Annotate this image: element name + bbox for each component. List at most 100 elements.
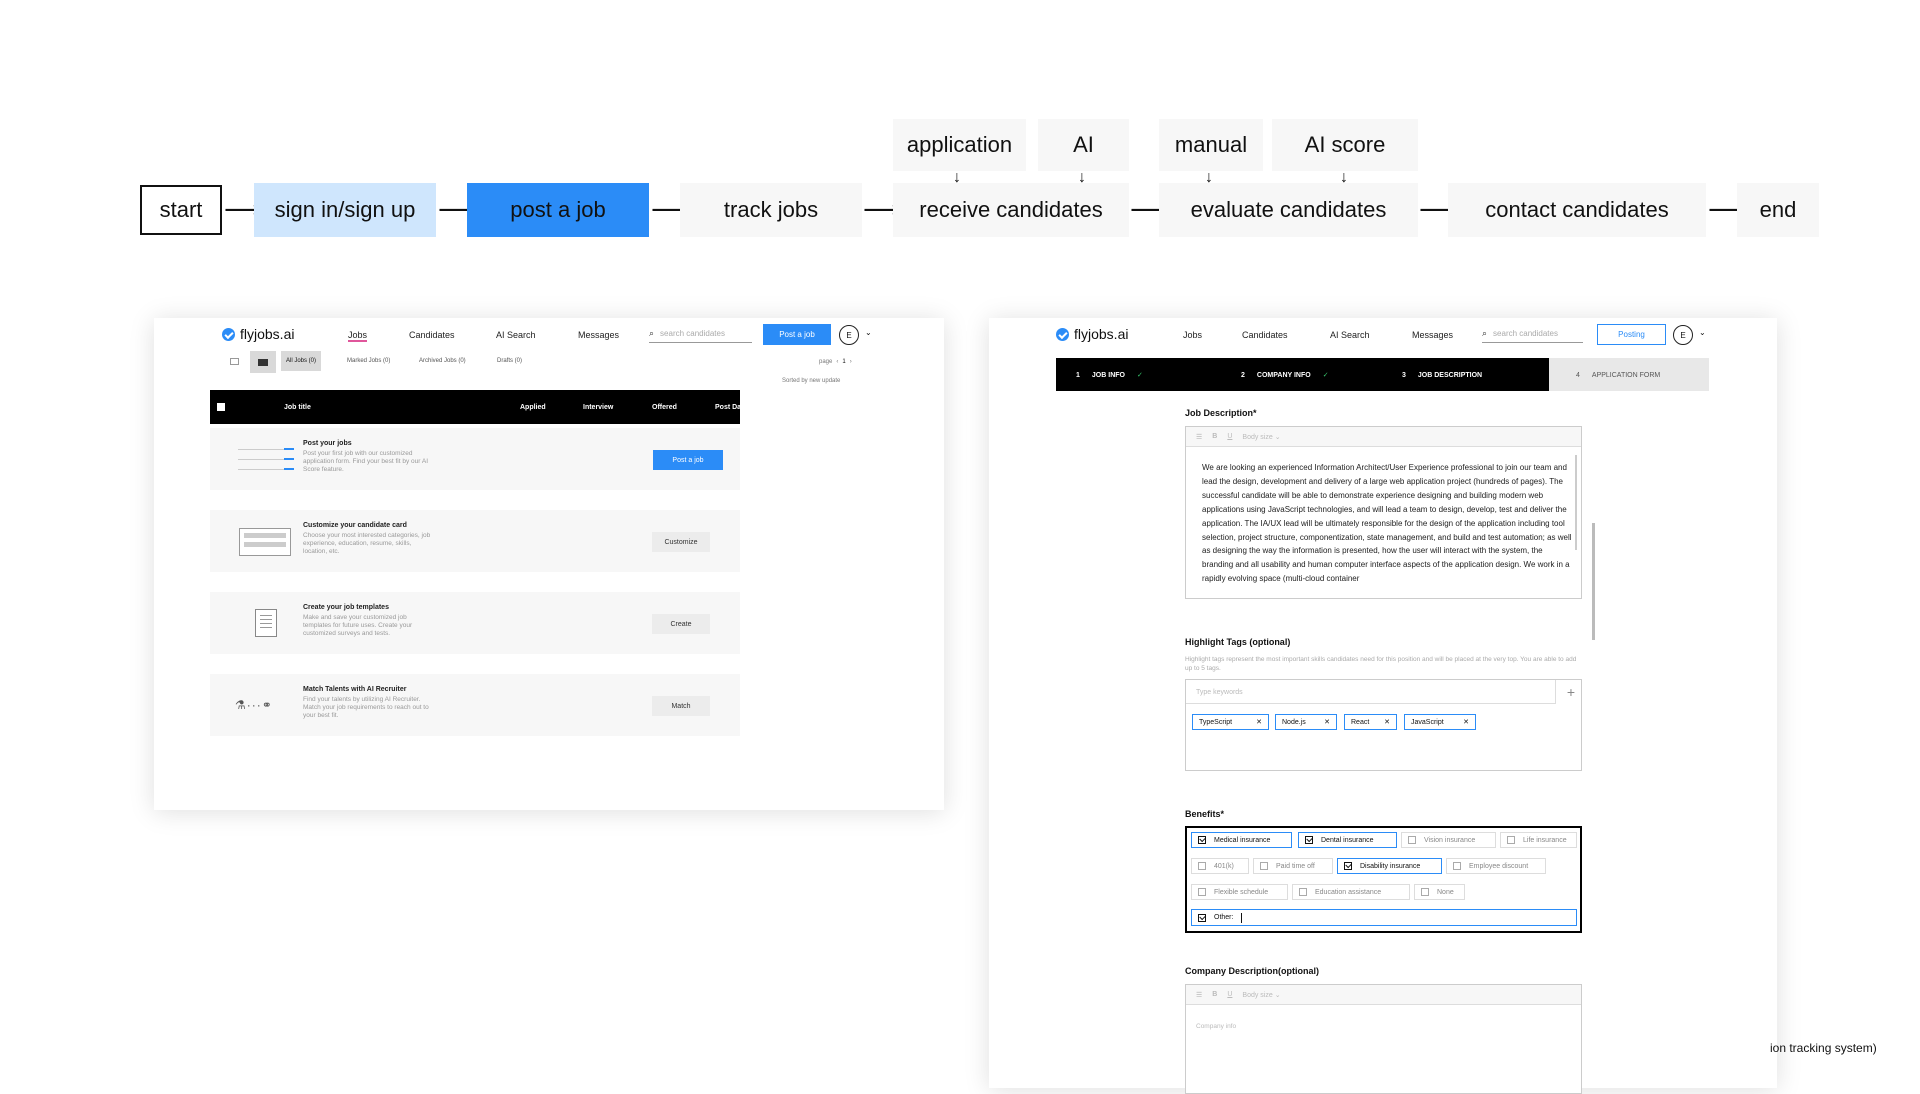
card-view-icon[interactable]: [250, 351, 276, 373]
table-header: Job title Applied Interview Offered Post…: [210, 390, 747, 424]
benefit-disability-insurance[interactable]: Disability insurance: [1337, 858, 1442, 874]
benefit-education-assistance[interactable]: Education assistance: [1292, 884, 1410, 900]
step-company-info[interactable]: 2 COMPANY INFO ✓: [1241, 361, 1329, 389]
benefit-medical-insurance[interactable]: Medical insurance: [1191, 832, 1292, 848]
step-job-info[interactable]: 1 JOB INFO ✓: [1076, 361, 1143, 389]
col-interview[interactable]: Interview: [583, 404, 613, 411]
tab-archived-jobs[interactable]: Archived Jobs (0): [414, 351, 471, 371]
step-job-description[interactable]: 3 JOB DESCRIPTION: [1402, 361, 1482, 389]
remove-tag-icon[interactable]: ✕: [1463, 718, 1469, 726]
job-description-text[interactable]: We are looking an experienced Informatio…: [1202, 461, 1572, 595]
underline-icon[interactable]: U: [1227, 991, 1232, 998]
next-page-icon[interactable]: ›: [850, 359, 852, 365]
tag-chip[interactable]: React ✕: [1344, 714, 1397, 730]
font-size-select[interactable]: Body size ⌄: [1242, 433, 1280, 441]
search-input[interactable]: ⌕ search candidates: [1482, 328, 1583, 343]
post-job-card-button[interactable]: Post a job: [653, 450, 723, 470]
down-arrow: ↓: [953, 169, 961, 186]
nav-candidates[interactable]: Candidates: [1242, 330, 1288, 340]
benefit-flexible-schedule[interactable]: Flexible schedule: [1191, 884, 1288, 900]
company-description-editor[interactable]: ☰ B U Body size ⌄ Company info: [1185, 984, 1582, 1094]
editor-toolbar: ☰ B U Body size ⌄: [1186, 427, 1581, 447]
benefit-vision-insurance[interactable]: Vision insurance: [1401, 832, 1496, 848]
logo-icon: [1056, 327, 1069, 341]
bold-icon[interactable]: B: [1212, 433, 1217, 440]
tag-chip[interactable]: TypeScript ✕: [1192, 714, 1269, 730]
list-icon[interactable]: ☰: [1196, 433, 1202, 441]
benefit-401k[interactable]: 401(k): [1191, 858, 1249, 874]
job-posting-window: flyjobs.ai Jobs Candidates AI Search Mes…: [989, 318, 1777, 1094]
checkbox-icon: [1408, 836, 1416, 844]
card-title: Post your jobs: [303, 440, 352, 447]
tab-drafts[interactable]: Drafts (0): [492, 351, 527, 371]
nav-jobs[interactable]: Jobs: [348, 330, 368, 342]
chevron-down-icon[interactable]: ⌄: [1699, 328, 1706, 337]
benefit-life-insurance[interactable]: Life insurance: [1500, 832, 1577, 848]
tab-marked-jobs[interactable]: Marked Jobs (0): [342, 351, 395, 371]
candidate-card-icon: [239, 528, 291, 556]
check-circle-icon: ✓: [1136, 372, 1143, 379]
remove-tag-icon[interactable]: ✕: [1384, 718, 1390, 726]
benefit-employee-discount[interactable]: Employee discount: [1446, 858, 1546, 874]
avatar[interactable]: E: [1673, 325, 1693, 345]
nav-candidates[interactable]: Candidates: [409, 330, 455, 340]
highlight-tags-label: Highlight Tags (optional): [1185, 637, 1291, 647]
list-icon[interactable]: ☰: [1196, 991, 1202, 999]
sort-label[interactable]: Sorted by new update: [782, 378, 840, 384]
list-view-icon[interactable]: [230, 358, 239, 365]
nav-messages[interactable]: Messages: [578, 330, 619, 340]
checkbox-checked-icon: [1344, 862, 1352, 870]
step-application-form[interactable]: 4 APPLICATION FORM: [1576, 361, 1660, 389]
font-size-select[interactable]: Body size ⌄: [1242, 991, 1280, 999]
benefit-dental-insurance[interactable]: Dental insurance: [1298, 832, 1397, 848]
flow-sign-in: sign in/sign up: [254, 183, 436, 237]
underline-icon[interactable]: U: [1227, 433, 1232, 440]
prev-page-icon[interactable]: ‹: [836, 359, 838, 365]
brand-logo[interactable]: flyjobs.ai: [1056, 326, 1128, 342]
customize-button[interactable]: Customize: [652, 532, 710, 552]
editor-scrollbar[interactable]: [1575, 455, 1577, 550]
flow-contact-candidates: contact candidates: [1448, 183, 1706, 237]
job-description-editor[interactable]: ☰ B U Body size ⌄ We are looking an experie…: [1185, 426, 1582, 599]
create-button[interactable]: Create: [652, 614, 710, 634]
col-post-date[interactable]: Post Date: [715, 404, 747, 411]
posting-button[interactable]: Posting: [1597, 324, 1666, 345]
jobs-dashboard-window: flyjobs.ai Jobs Candidates AI Search Mes…: [154, 318, 944, 810]
page-scrollbar[interactable]: [1592, 523, 1595, 640]
nav-ai-search[interactable]: AI Search: [496, 330, 536, 340]
tab-all-jobs[interactable]: All Jobs (0): [281, 351, 322, 371]
post-job-button[interactable]: Post a job: [763, 324, 831, 345]
checkbox-icon: [1260, 862, 1268, 870]
company-description-label: Company Description(optional): [1185, 966, 1320, 976]
card-desc: Find your talents by utilizing AI Recrui…: [303, 696, 429, 719]
chevron-down-icon[interactable]: ⌄: [865, 328, 872, 337]
down-arrow: ↓: [1340, 169, 1348, 186]
nav-messages[interactable]: Messages: [1412, 330, 1453, 340]
benefit-none[interactable]: None: [1414, 884, 1465, 900]
select-all-checkbox[interactable]: [217, 403, 225, 411]
benefit-other-field[interactable]: Other:: [1191, 909, 1577, 926]
nav-jobs[interactable]: Jobs: [1183, 330, 1202, 340]
caption-fragment: ion tracking system): [1770, 1041, 1877, 1055]
remove-tag-icon[interactable]: ✕: [1324, 718, 1330, 726]
col-job-title[interactable]: Job title: [284, 404, 311, 411]
search-input[interactable]: ⌕ search candidates: [649, 328, 752, 343]
col-applied[interactable]: Applied: [520, 404, 546, 411]
brand-logo[interactable]: flyjobs.ai: [222, 326, 294, 342]
logo-icon: [222, 327, 235, 341]
add-tag-icon[interactable]: +: [1567, 684, 1575, 700]
remove-tag-icon[interactable]: ✕: [1256, 718, 1262, 726]
benefit-paid-time-off[interactable]: Paid time off: [1253, 858, 1333, 874]
card-title: Create your job templates: [303, 604, 389, 611]
bold-icon[interactable]: B: [1212, 991, 1217, 998]
tag-chip[interactable]: JavaScript ✕: [1404, 714, 1476, 730]
avatar[interactable]: E: [839, 325, 859, 345]
col-offered[interactable]: Offered: [652, 404, 677, 411]
benefits-group: Medical insurance Dental insurance Visio…: [1185, 826, 1582, 933]
tag-chip[interactable]: Node.js ✕: [1275, 714, 1337, 730]
card-customize: Customize your candidate card Choose you…: [210, 510, 740, 572]
match-button[interactable]: Match: [652, 696, 710, 716]
nav-ai-search[interactable]: AI Search: [1330, 330, 1370, 340]
source-ai: AI: [1038, 119, 1129, 171]
tags-input[interactable]: Type keywords: [1186, 680, 1556, 704]
